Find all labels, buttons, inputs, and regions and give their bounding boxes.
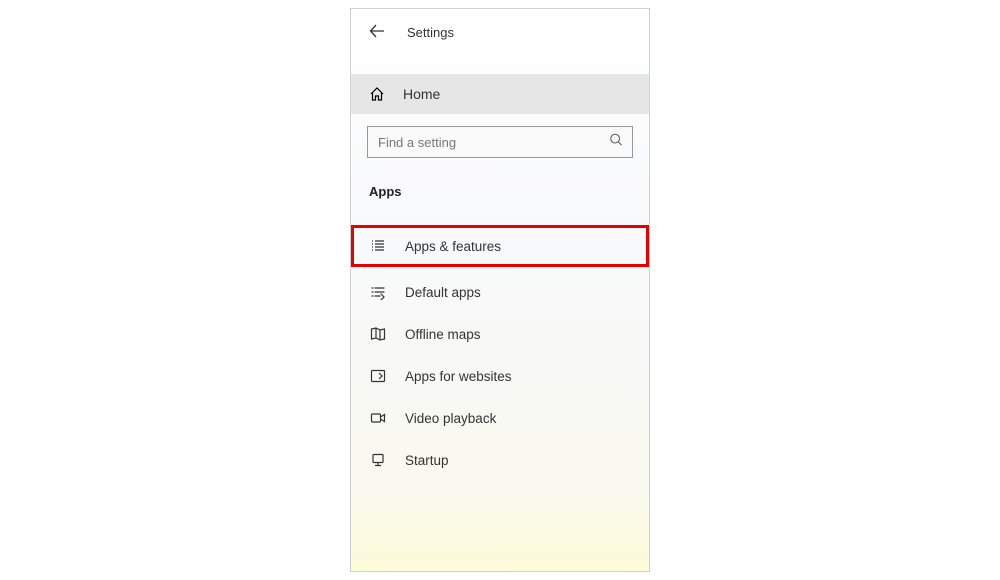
nav-item-apps-features[interactable]: Apps & features [351, 225, 649, 267]
startup-icon [369, 451, 387, 469]
list-icon [369, 237, 387, 255]
map-icon [369, 325, 387, 343]
settings-panel: Settings Home Apps [350, 8, 650, 572]
back-button[interactable] [369, 23, 385, 42]
nav-label: Default apps [405, 285, 631, 300]
home-icon [369, 86, 385, 102]
search-input[interactable] [367, 126, 633, 158]
nav-label: Offline maps [405, 327, 631, 342]
nav-label: Apps for websites [405, 369, 631, 384]
nav-label: Video playback [405, 411, 631, 426]
nav-list: Apps & features Default apps Offline map… [351, 207, 649, 481]
home-nav[interactable]: Home [351, 74, 649, 114]
video-icon [369, 409, 387, 427]
home-label: Home [403, 86, 440, 102]
page-title: Settings [407, 25, 454, 40]
nav-label: Startup [405, 453, 631, 468]
nav-label: Apps & features [405, 239, 631, 254]
nav-item-default-apps[interactable]: Default apps [351, 271, 649, 313]
section-title: Apps [351, 170, 649, 207]
search-wrap [351, 114, 649, 170]
nav-item-video-playback[interactable]: Video playback [351, 397, 649, 439]
nav-item-startup[interactable]: Startup [351, 439, 649, 481]
nav-item-offline-maps[interactable]: Offline maps [351, 313, 649, 355]
default-apps-icon [369, 283, 387, 301]
header: Settings [351, 9, 649, 56]
websites-icon [369, 367, 387, 385]
nav-item-apps-websites[interactable]: Apps for websites [351, 355, 649, 397]
